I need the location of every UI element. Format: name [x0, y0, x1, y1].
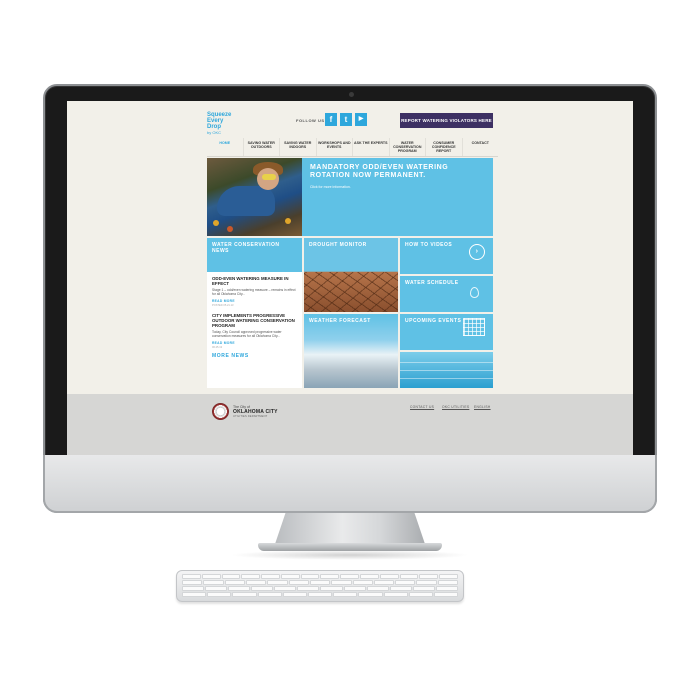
news-title[interactable]: CITY IMPLEMENTS PROGRESSIVE OUTDOOR WATE… [212, 313, 297, 328]
tile-water-image[interactable] [400, 352, 493, 388]
read-more-link[interactable]: READ MORE [212, 341, 297, 345]
monitor-chin [43, 455, 657, 513]
keyboard [176, 570, 464, 602]
tile-upcoming-events[interactable]: UPCOMING EVENTS [400, 314, 493, 350]
nav-item-conservation-program[interactable]: WATER CONSERVATION PROGRAM [390, 138, 426, 156]
nav-item-saving-outdoors[interactable]: SAVING WATER OUTDOORS [244, 138, 280, 156]
nav-item-workshops[interactable]: WORKSHOPS AND EVENTS [317, 138, 353, 156]
list-item: ODD-EVEN WATERING MEASURE IN EFFECT Stag… [212, 276, 297, 307]
hero-photo [207, 158, 302, 236]
footer-link-language[interactable]: ENGLISH [474, 405, 491, 409]
nav-item-consumer-report[interactable]: CONSUMER CONFIDENCE REPORT [426, 138, 463, 156]
city-department: UTILITIES DEPARTMENT [233, 415, 268, 418]
facebook-icon[interactable]: f [325, 113, 337, 126]
footer-link-utilities[interactable]: OKC UTILITIES [442, 405, 469, 409]
youtube-icon[interactable]: ▶ [355, 113, 367, 126]
logo-tagline: by OKC [207, 130, 222, 135]
site-logo[interactable]: Squeeze Every Drop by OKC [207, 112, 231, 136]
list-item: CITY IMPLEMENTS PROGRESSIVE OUTDOOR WATE… [212, 313, 297, 349]
tile-label: WEATHER FORECAST [309, 318, 371, 324]
twitter-icon[interactable]: t [340, 113, 352, 126]
tile-label: UPCOMING EVENTS [405, 318, 462, 324]
cracked-earth-image [304, 272, 398, 312]
tile-label: WATER CONSERVATION NEWS [212, 242, 280, 254]
footer-link-contact[interactable]: CONTACT US [410, 405, 434, 409]
nav-item-saving-indoors[interactable]: SAVING WATER INDOORS [280, 138, 317, 156]
website-screen: Squeeze Every Drop by OKC FOLLOW US f t … [67, 101, 633, 455]
nav-item-home[interactable]: HOME [207, 138, 244, 156]
news-date: 06.25.13 [212, 346, 223, 349]
monitor-stand [274, 511, 426, 547]
tile-how-to-videos[interactable]: HOW TO VIDEOS › [400, 238, 493, 274]
site-footer: The City of OKLAHOMA CITY UTILITIES DEPA… [67, 394, 633, 455]
news-list: ODD-EVEN WATERING MEASURE IN EFFECT Stag… [207, 272, 302, 388]
hero-subtitle: Click for more information. [310, 185, 351, 189]
site-header: Squeeze Every Drop by OKC FOLLOW US f t … [67, 101, 633, 138]
tile-weather-forecast[interactable]: WEATHER FORECAST [304, 314, 398, 388]
nav-item-ask-experts[interactable]: ASK THE EXPERTS [353, 138, 390, 156]
tile-drought-monitor[interactable]: DROUGHT MONITOR [304, 238, 398, 312]
product-mockup: Squeeze Every Drop by OKC FOLLOW US f t … [0, 0, 700, 700]
report-violators-button[interactable]: REPORT WATERING VIOLATORS HERE [400, 113, 493, 128]
more-news-link[interactable]: MORE NEWS [212, 353, 297, 359]
read-more-link[interactable]: READ MORE [212, 299, 297, 303]
stand-shadow [230, 550, 470, 560]
follow-label: FOLLOW US [296, 118, 325, 123]
tile-conservation-news[interactable]: WATER CONSERVATION NEWS [207, 238, 302, 272]
play-arrow-icon: › [469, 244, 485, 260]
city-seal-icon [212, 403, 229, 420]
tile-label: WATER SCHEDULE [405, 280, 459, 286]
camera-icon [349, 92, 354, 97]
tile-label: DROUGHT MONITOR [309, 242, 367, 248]
monitor-stand-base [258, 543, 442, 551]
calendar-icon [463, 318, 485, 336]
nav-item-contact[interactable]: CONTACT [463, 138, 499, 156]
news-title[interactable]: ODD-EVEN WATERING MEASURE IN EFFECT [212, 276, 297, 286]
hero-banner[interactable]: MANDATORY ODD/EVEN WATERING ROTATION NOW… [302, 158, 493, 236]
news-body: Stage 1 – odd/even watering measure – re… [212, 288, 296, 296]
news-body: Today, City Council approved progressive… [212, 330, 282, 338]
tile-water-schedule[interactable]: WATER SCHEDULE [400, 276, 493, 312]
hero-title: MANDATORY ODD/EVEN WATERING ROTATION NOW… [310, 164, 449, 179]
tile-label: HOW TO VIDEOS [405, 242, 453, 248]
main-nav: HOME SAVING WATER OUTDOORS SAVING WATER … [207, 138, 498, 157]
water-drop-icon [470, 287, 479, 298]
